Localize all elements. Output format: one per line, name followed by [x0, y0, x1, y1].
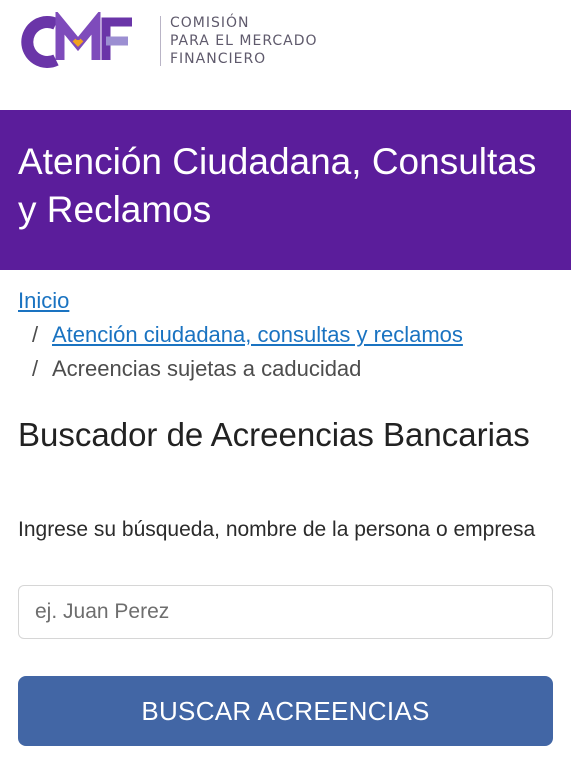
breadcrumb-item-home: Inicio [18, 284, 558, 318]
logo-line: para el Mercado [170, 33, 318, 49]
search-label: Ingrese su búsqueda, nombre de la person… [18, 518, 536, 541]
search-button[interactable]: BUSCAR ACREENCIAS [18, 676, 553, 746]
breadcrumb-current-label: Acreencias sujetas a caducidad [52, 356, 362, 381]
logo-line: Comisión [170, 15, 250, 31]
breadcrumb-item-atencion: / Atención ciudadana, consultas y reclamo… [18, 318, 558, 352]
breadcrumb-separator: / [31, 322, 39, 347]
page: Comisión para el Mercado Financiero Aten… [0, 0, 571, 768]
logo-line: Financiero [170, 51, 267, 67]
breadcrumb: Inicio / Atención ciudadana, consultas y … [18, 284, 558, 386]
cmf-logo-link[interactable]: Comisión para el Mercado Financiero [16, 8, 326, 70]
site-header: Comisión para el Mercado Financiero [0, 0, 571, 110]
page-title: Atención Ciudadana, Consultas y Reclamos [18, 141, 537, 230]
breadcrumb-item-current: / Acreencias sujetas a caducidad [18, 352, 558, 386]
cmf-logo-icon [21, 12, 132, 68]
page-banner: Atención Ciudadana, Consultas y Reclamos [0, 110, 571, 270]
logo-divider [160, 16, 161, 66]
search-input[interactable] [18, 585, 553, 639]
breadcrumb-link-atencion[interactable]: Atención ciudadana, consultas y reclamos [52, 322, 463, 347]
logo-wordmark: Comisión para el Mercado Financiero [170, 14, 318, 68]
breadcrumb-separator: / [31, 356, 39, 381]
breadcrumb-link-inicio[interactable]: Inicio [18, 288, 69, 313]
search-section-title: Buscador de Acreencias Bancarias [18, 416, 530, 453]
